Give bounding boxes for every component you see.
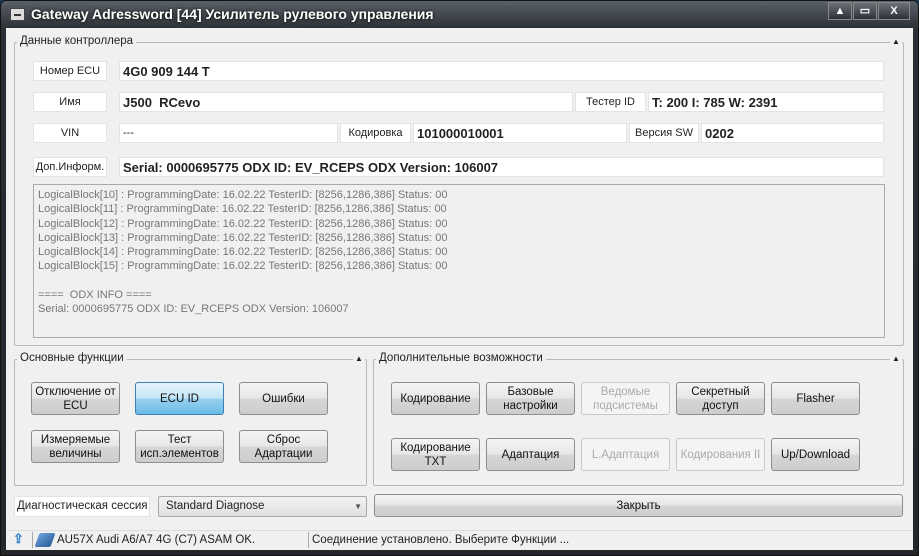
upload-icon[interactable]: ⇪ bbox=[13, 532, 27, 547]
close-button[interactable]: Закрыть bbox=[374, 494, 903, 517]
system-menu-icon[interactable] bbox=[10, 8, 25, 21]
adaptation-button[interactable]: Адаптация bbox=[486, 438, 575, 471]
subsystems-button[interactable]: Ведомые подсистемы bbox=[581, 382, 670, 415]
maximize-button[interactable]: ▭ bbox=[853, 2, 877, 20]
coding-txt-button[interactable]: Кодирование TXT bbox=[391, 438, 480, 471]
tester-id-label: Тестер ID bbox=[575, 92, 646, 112]
chevron-down-icon: ▼ bbox=[354, 502, 362, 511]
diagnostic-session-value: Standard Diagnose bbox=[166, 500, 265, 512]
tester-id-value: T: 200 I: 785 W: 2391 bbox=[648, 92, 884, 112]
collapse-icon[interactable]: ▲ bbox=[890, 354, 902, 363]
coding-label: Кодировка bbox=[340, 123, 411, 143]
coding-value: 101000010001 bbox=[413, 123, 627, 143]
name-value: J500 RCevo bbox=[119, 92, 573, 112]
up-download-button[interactable]: Up/Download bbox=[771, 438, 860, 471]
collapse-icon[interactable]: ▲ bbox=[890, 37, 902, 46]
controller-data-label: Данные контроллера bbox=[17, 35, 137, 47]
window-title: Gateway Adressword [44] Усилитель рулево… bbox=[31, 6, 434, 22]
minimize-button[interactable]: ▲ bbox=[828, 2, 852, 20]
close-window-button[interactable]: X bbox=[878, 2, 910, 20]
ecu-number-value: 4G0 909 144 T bbox=[119, 61, 884, 81]
security-access-button[interactable]: Секретный доступ bbox=[676, 382, 765, 415]
l-adaptation-button[interactable]: L.Адаптация bbox=[581, 438, 670, 471]
ecu-number-label: Номер ECU bbox=[33, 61, 107, 81]
diagnostic-session-label: Диагностическая сессия bbox=[14, 496, 150, 517]
extra-functions-label: Дополнительные возможности bbox=[376, 352, 546, 364]
sw-version-label: Версия SW bbox=[629, 123, 699, 143]
basic-functions-group bbox=[14, 359, 367, 486]
basic-functions-label: Основные функции bbox=[17, 352, 127, 364]
sw-version-value: 0202 bbox=[701, 123, 884, 143]
log-textarea[interactable]: LogicalBlock[10] : ProgrammingDate: 16.0… bbox=[33, 184, 885, 338]
flasher-button[interactable]: Flasher bbox=[771, 382, 860, 415]
name-label: Имя bbox=[33, 92, 107, 112]
reset-adaptation-button[interactable]: Сброс Адартации bbox=[239, 430, 328, 463]
ecu-id-button[interactable]: ECU ID bbox=[135, 382, 224, 415]
collapse-icon[interactable]: ▲ bbox=[353, 354, 365, 363]
vin-value: --- bbox=[119, 123, 338, 143]
status-separator bbox=[308, 532, 309, 548]
coding-button[interactable]: Кодирование bbox=[391, 382, 480, 415]
basic-settings-button[interactable]: Базовые настройки bbox=[486, 382, 575, 415]
vin-label: VIN bbox=[33, 123, 107, 143]
status-car: AU57X Audi A6/A7 4G (C7) ASAM OK. bbox=[57, 534, 256, 546]
errors-button[interactable]: Ошибки bbox=[239, 382, 328, 415]
actuator-test-button[interactable]: Тест исп.элементов bbox=[135, 430, 224, 463]
disconnect-ecu-button[interactable]: Отключение от ECU bbox=[31, 382, 120, 415]
extra-info-label: Доп.Информ. bbox=[33, 157, 107, 177]
extra-info-value: Serial: 0000695775 ODX ID: EV_RCEPS ODX … bbox=[119, 157, 884, 177]
coding-ii-button[interactable]: Кодирования II bbox=[676, 438, 765, 471]
status-separator bbox=[32, 532, 33, 548]
measured-values-button[interactable]: Измеряемые величины bbox=[31, 430, 120, 463]
status-message: Соединение установлено. Выберите Функции… bbox=[312, 534, 570, 546]
diagnostic-session-select[interactable]: Standard Diagnose ▼ bbox=[158, 496, 367, 517]
